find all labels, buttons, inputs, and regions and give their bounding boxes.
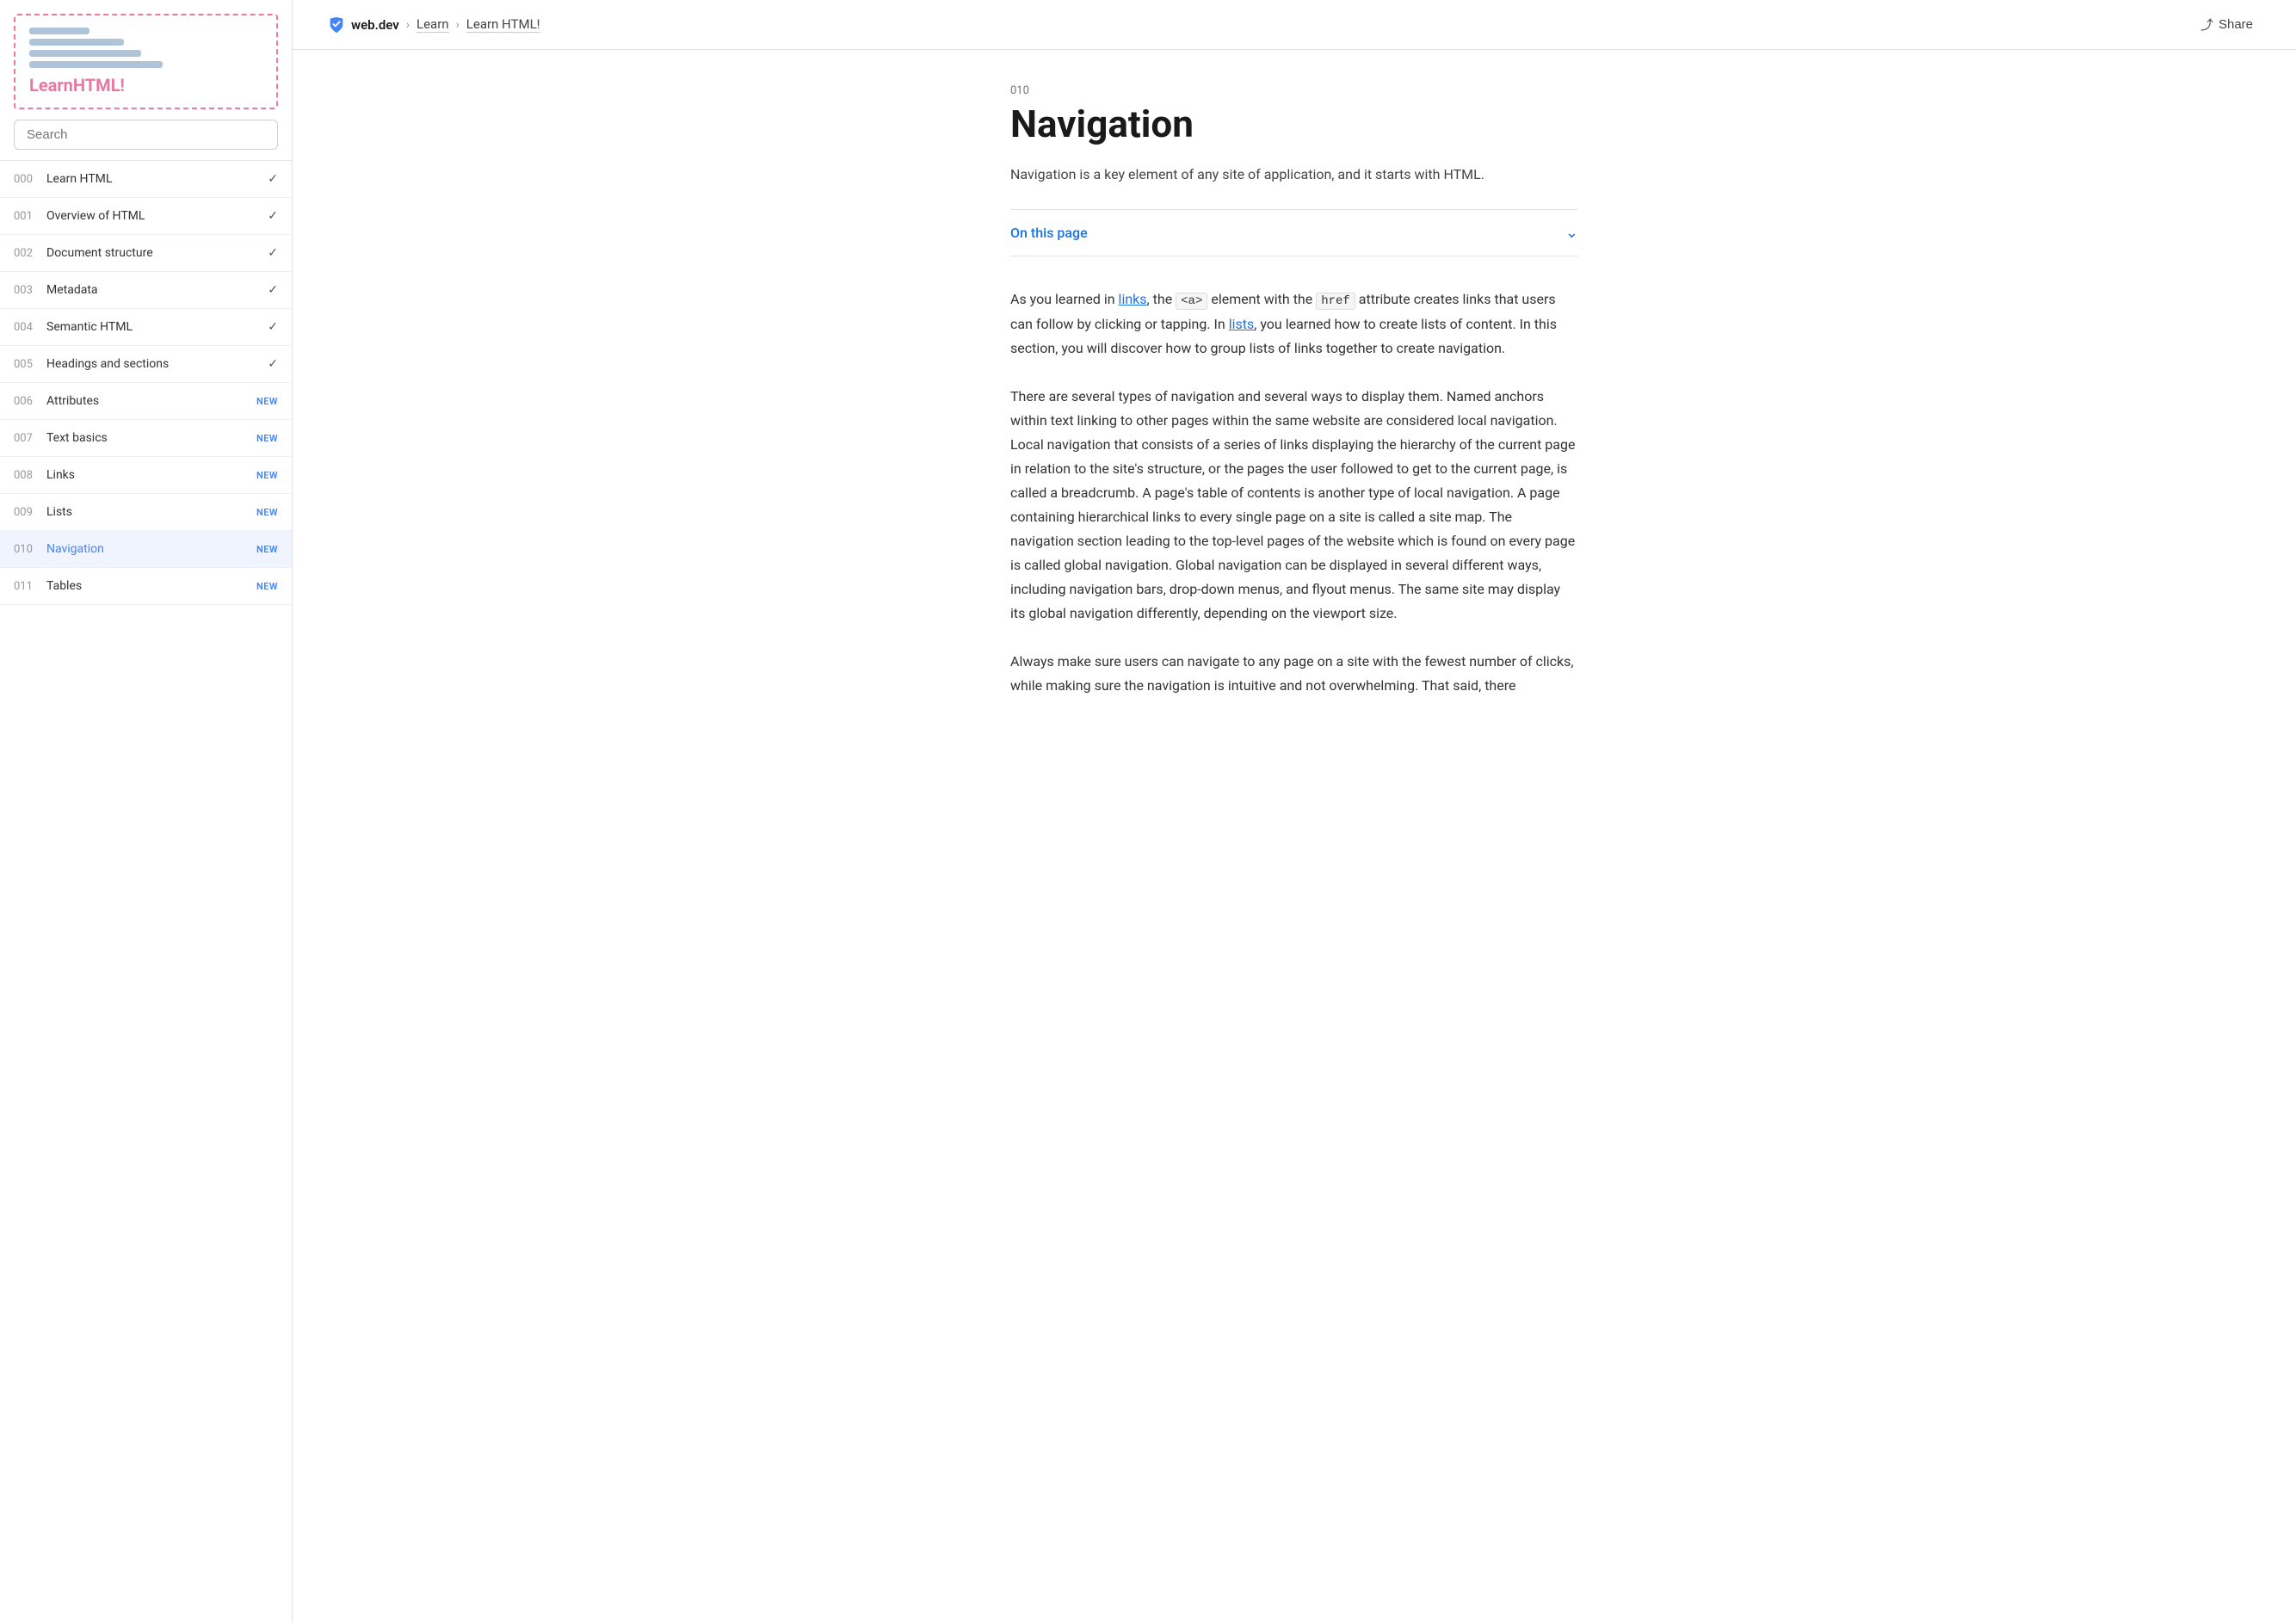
nav-num-006: 006 bbox=[14, 395, 46, 408]
logo-html: HTML! bbox=[73, 75, 125, 96]
nav-badge-009: NEW bbox=[256, 507, 278, 518]
nav-num-004: 004 bbox=[14, 321, 46, 334]
sidebar-header: LearnHTML! bbox=[0, 0, 292, 161]
sidebar-item-lists[interactable]: 009 Lists NEW bbox=[0, 494, 292, 531]
breadcrumb: web.dev › Learn › Learn HTML! bbox=[327, 15, 540, 34]
nav-num-005: 005 bbox=[14, 358, 46, 371]
nav-num-010: 010 bbox=[14, 543, 46, 556]
logo-preview: LearnHTML! bbox=[14, 14, 278, 109]
body-paragraph-2: There are several types of navigation an… bbox=[1010, 385, 1578, 626]
lists-link[interactable]: lists bbox=[1229, 316, 1255, 332]
preview-line-3 bbox=[29, 50, 141, 57]
share-icon: ⤴ bbox=[2200, 15, 2213, 34]
nav-label-004: Semantic HTML bbox=[46, 320, 268, 334]
nav-label-008: Links bbox=[46, 468, 256, 482]
share-label: Share bbox=[2219, 17, 2253, 32]
lesson-number: 010 bbox=[1010, 84, 1578, 97]
nav-label-006: Attributes bbox=[46, 394, 256, 408]
nav-badge-006: NEW bbox=[256, 396, 278, 407]
preview-line-1 bbox=[29, 28, 89, 34]
search-input[interactable] bbox=[14, 120, 278, 150]
sidebar-item-text-basics[interactable]: 007 Text basics NEW bbox=[0, 420, 292, 457]
a-tag-code: <a> bbox=[1176, 293, 1207, 310]
nav-num-008: 008 bbox=[14, 469, 46, 482]
nav-num-007: 007 bbox=[14, 432, 46, 445]
preview-lines bbox=[29, 28, 262, 68]
nav-check-001: ✓ bbox=[268, 209, 278, 223]
logo-title: LearnHTML! bbox=[29, 75, 262, 96]
nav-num-003: 003 bbox=[14, 284, 46, 297]
sidebar-item-doc-structure[interactable]: 002 Document structure ✓ bbox=[0, 235, 292, 272]
breadcrumb-learn[interactable]: Learn bbox=[417, 16, 449, 33]
sidebar-item-tables[interactable]: 011 Tables NEW bbox=[0, 568, 292, 605]
on-this-page-label: On this page bbox=[1010, 225, 1088, 241]
share-button[interactable]: ⤴ Share bbox=[2192, 10, 2262, 39]
nav-label-011: Tables bbox=[46, 579, 256, 593]
nav-check-000: ✓ bbox=[268, 172, 278, 186]
breadcrumb-sep-1: › bbox=[406, 18, 410, 32]
site-name: web.dev bbox=[351, 17, 399, 33]
preview-line-2 bbox=[29, 39, 124, 46]
sidebar-item-metadata[interactable]: 003 Metadata ✓ bbox=[0, 272, 292, 309]
preview-line-4 bbox=[29, 61, 163, 68]
sidebar: LearnHTML! 000 Learn HTML ✓ 001 Overview… bbox=[0, 0, 293, 1623]
nav-check-005: ✓ bbox=[268, 357, 278, 371]
links-link[interactable]: links bbox=[1119, 291, 1147, 307]
body-paragraph-3: Always make sure users can navigate to a… bbox=[1010, 650, 1578, 698]
sidebar-item-semantic-html[interactable]: 004 Semantic HTML ✓ bbox=[0, 309, 292, 346]
nav-label-003: Metadata bbox=[46, 283, 268, 297]
nav-label-001: Overview of HTML bbox=[46, 209, 268, 223]
nav-list: 000 Learn HTML ✓ 001 Overview of HTML ✓ … bbox=[0, 161, 292, 605]
sidebar-item-overview[interactable]: 001 Overview of HTML ✓ bbox=[0, 198, 292, 235]
nav-badge-010: NEW bbox=[256, 544, 278, 555]
sidebar-item-navigation[interactable]: 010 Navigation NEW bbox=[0, 531, 292, 568]
nav-badge-008: NEW bbox=[256, 470, 278, 481]
breadcrumb-current[interactable]: Learn HTML! bbox=[466, 16, 540, 33]
nav-label-010: Navigation bbox=[46, 542, 256, 556]
nav-num-002: 002 bbox=[14, 247, 46, 260]
chevron-down-icon: ⌄ bbox=[1565, 224, 1578, 242]
nav-num-001: 001 bbox=[14, 210, 46, 223]
content-area: 010 Navigation Navigation is a key eleme… bbox=[959, 50, 1630, 791]
sidebar-item-attributes[interactable]: 006 Attributes NEW bbox=[0, 383, 292, 420]
nav-badge-007: NEW bbox=[256, 433, 278, 444]
topbar: web.dev › Learn › Learn HTML! ⤴ Share bbox=[293, 0, 2296, 50]
logo-learn: Learn bbox=[29, 75, 73, 96]
body-paragraph-1: As you learned in links, the <a> element… bbox=[1010, 287, 1578, 361]
on-this-page-section[interactable]: On this page ⌄ bbox=[1010, 209, 1578, 256]
lesson-subtitle: Navigation is a key element of any site … bbox=[1010, 164, 1578, 186]
breadcrumb-sep-2: › bbox=[456, 18, 460, 32]
webdev-logo-icon bbox=[327, 15, 346, 34]
nav-label-009: Lists bbox=[46, 505, 256, 519]
sidebar-item-headings[interactable]: 005 Headings and sections ✓ bbox=[0, 346, 292, 383]
nav-label-000: Learn HTML bbox=[46, 172, 268, 186]
main-content: web.dev › Learn › Learn HTML! ⤴ Share 01… bbox=[293, 0, 2296, 1623]
nav-check-002: ✓ bbox=[268, 246, 278, 260]
nav-label-005: Headings and sections bbox=[46, 357, 268, 371]
nav-check-004: ✓ bbox=[268, 320, 278, 334]
sidebar-item-links[interactable]: 008 Links NEW bbox=[0, 457, 292, 494]
sidebar-item-learn-html[interactable]: 000 Learn HTML ✓ bbox=[0, 161, 292, 198]
nav-num-009: 009 bbox=[14, 506, 46, 519]
nav-label-002: Document structure bbox=[46, 246, 268, 260]
nav-num-000: 000 bbox=[14, 173, 46, 186]
nav-num-011: 011 bbox=[14, 580, 46, 593]
nav-check-003: ✓ bbox=[268, 283, 278, 297]
nav-badge-011: NEW bbox=[256, 581, 278, 592]
site-logo: web.dev bbox=[327, 15, 399, 34]
lesson-title: Navigation bbox=[1010, 102, 1578, 146]
href-attr-code: href bbox=[1316, 293, 1355, 310]
nav-label-007: Text basics bbox=[46, 431, 256, 445]
